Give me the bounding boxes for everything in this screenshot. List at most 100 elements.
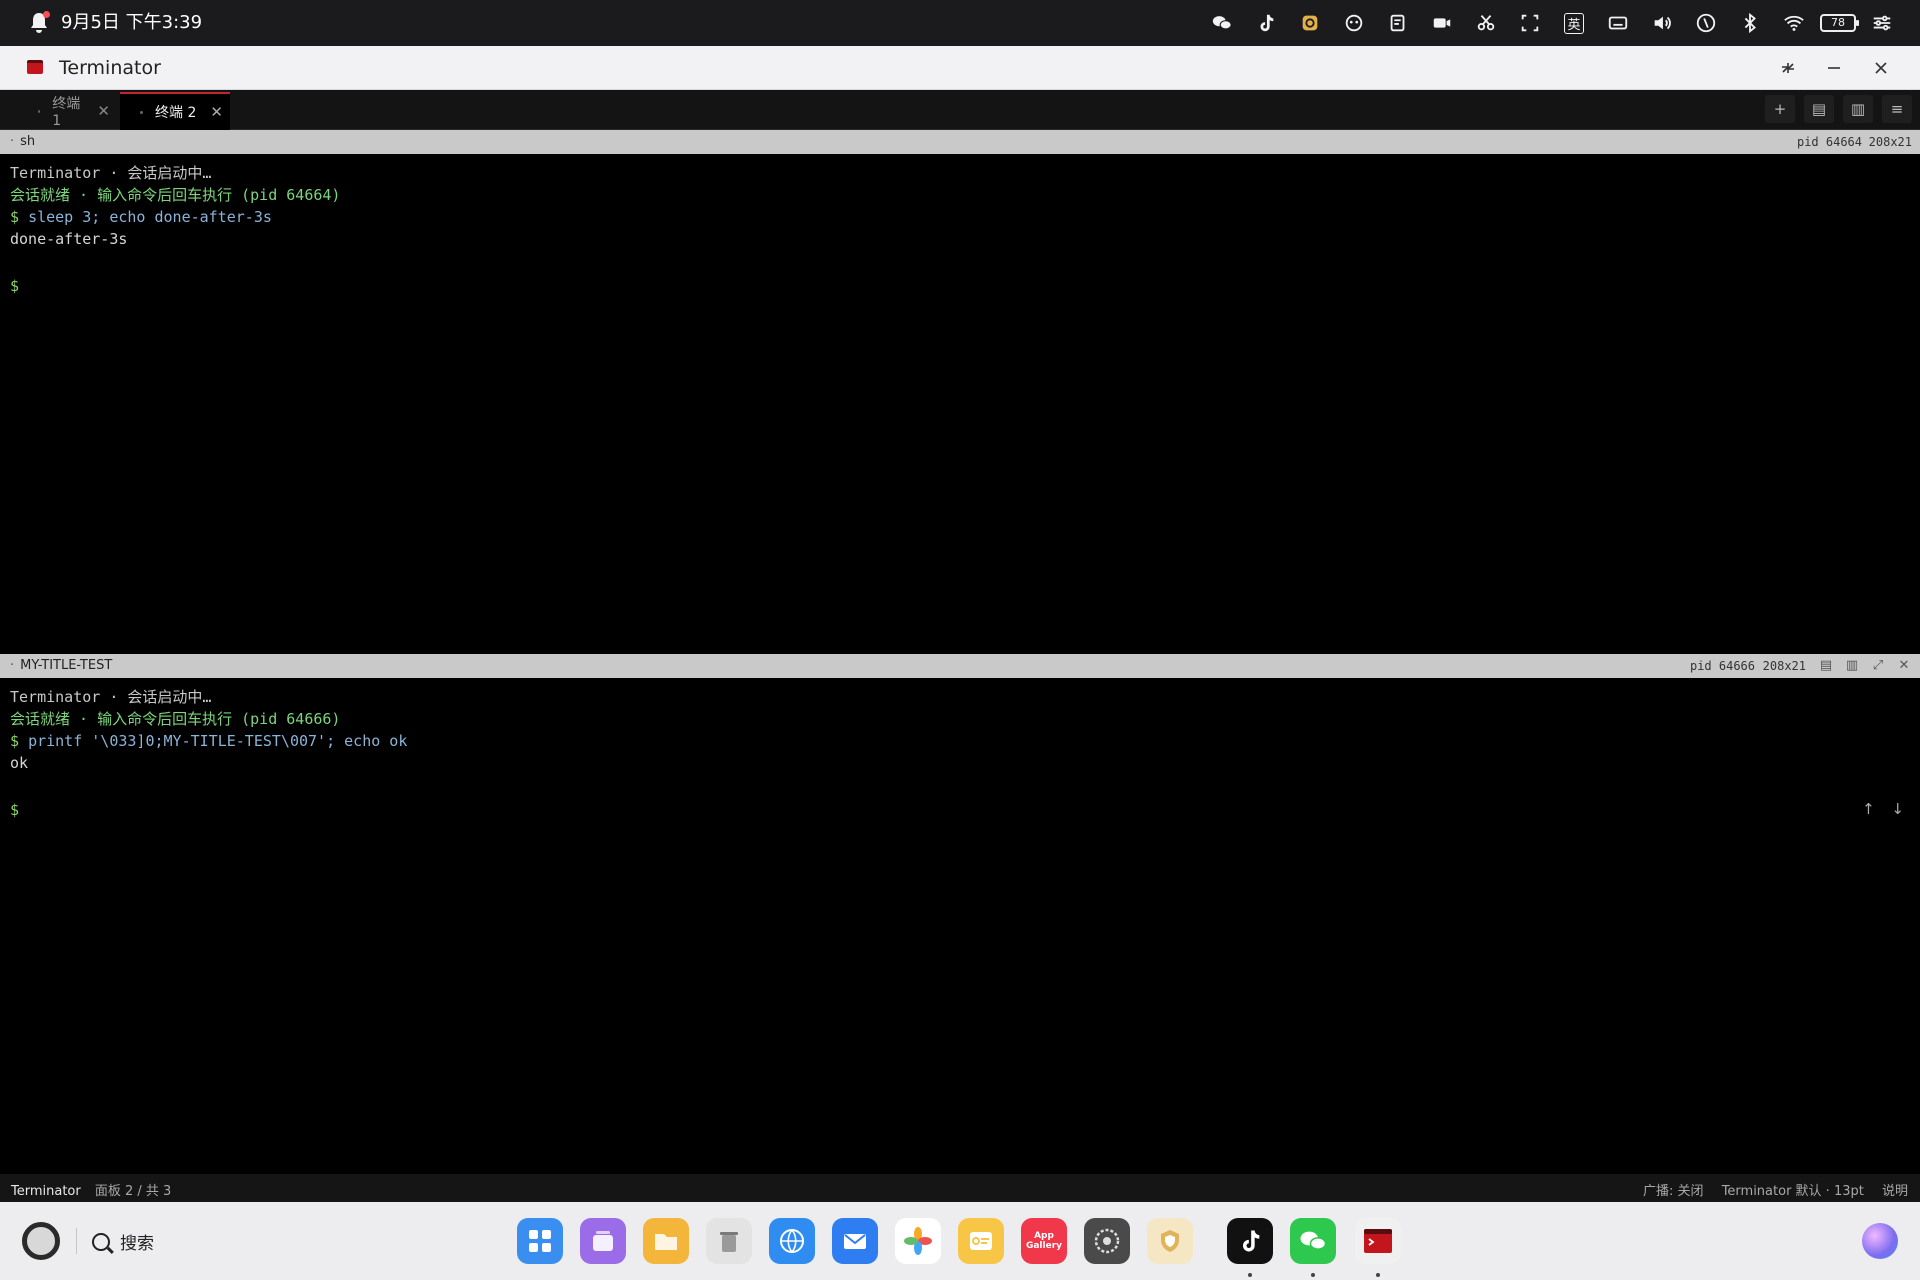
notification-dot: [43, 11, 50, 18]
command-text: sleep 3; echo done-after-3s: [28, 208, 272, 226]
system-tray: 英 78: [1200, 0, 1904, 46]
restore-icon: [1782, 63, 1794, 73]
terminal-prompt-line[interactable]: $: [10, 275, 19, 297]
input-method-indicator[interactable]: 英: [1552, 0, 1596, 46]
browser-app-icon[interactable]: [769, 1218, 815, 1264]
nfc-icon[interactable]: [1684, 0, 1728, 46]
window-title: Terminator: [59, 57, 161, 79]
notes-tray-icon[interactable]: [1376, 0, 1420, 46]
tiktok-tray-icon[interactable]: [1244, 0, 1288, 46]
battery-level: 78: [1820, 14, 1859, 32]
restore-window-button[interactable]: [1768, 46, 1808, 90]
prompt-symbol: $: [10, 277, 20, 295]
launcher-app-icon[interactable]: [517, 1218, 563, 1264]
running-indicator: [1311, 1273, 1315, 1277]
split-vertical-button[interactable]: ▥: [1843, 95, 1873, 123]
wechat-app-icon[interactable]: [1290, 1218, 1336, 1277]
terminal-command-line: $ sleep 3; echo done-after-3s: [10, 206, 272, 228]
pane-1-title: sh: [10, 134, 35, 149]
trash-app-icon[interactable]: [706, 1218, 752, 1264]
region-capture-icon[interactable]: [1508, 0, 1552, 46]
new-tab-button[interactable]: +: [1765, 95, 1795, 123]
wechat-tray-icon[interactable]: [1200, 0, 1244, 46]
photos-app-icon[interactable]: [895, 1218, 941, 1264]
pane-2-header[interactable]: MY-TITLE-TEST pid 64666 208x21 ▤ ▥ ⤢ ✕: [0, 654, 1920, 678]
pane-1-terminal[interactable]: Terminator · 会话启动中… 会话就绪 · 输入命令后回车执行 (pi…: [0, 154, 1920, 651]
status-broadcast[interactable]: 广播: 关闭: [1643, 1184, 1704, 1199]
pane-maximize-icon[interactable]: ⤢: [1868, 657, 1888, 675]
terminator-dock-icon[interactable]: [1355, 1218, 1401, 1277]
pane-2-terminal[interactable]: Terminator · 会话启动中… 会话就绪 · 输入命令后回车执行 (pi…: [0, 678, 1920, 1174]
prompt-symbol: $: [10, 801, 20, 819]
split-horizontal-button[interactable]: ▤: [1804, 95, 1834, 123]
status-pane-info: 面板 2 / 共 3: [94, 1184, 172, 1199]
tab-strip: 终端 1 ✕ 终端 2 ✕ + ▤ ▥ ≡: [0, 90, 1920, 130]
tab-label: 终端 1: [52, 96, 81, 129]
notification-bell-icon[interactable]: [28, 11, 50, 35]
tab-close-icon[interactable]: ✕: [210, 103, 223, 121]
screenshot-icon[interactable]: [1464, 0, 1508, 46]
close-icon: [1875, 62, 1887, 74]
scroll-controls: ↑ ↓: [1862, 800, 1904, 818]
start-button[interactable]: [22, 1222, 60, 1260]
app-gallery-label: App Gallery: [1025, 1231, 1063, 1251]
search-label: 搜索: [120, 1234, 154, 1254]
tiktok-app-icon[interactable]: [1227, 1218, 1273, 1277]
pane-1-header[interactable]: sh pid 64664 208x21: [0, 130, 1920, 154]
files-app-icon[interactable]: [643, 1218, 689, 1264]
tab-close-icon[interactable]: ✕: [97, 102, 110, 120]
running-indicator: [1248, 1273, 1252, 1277]
prompt-symbol: $: [10, 732, 20, 750]
close-window-button[interactable]: [1861, 46, 1901, 90]
command-text: printf '\033]0;MY-TITLE-TEST\007'; echo …: [28, 732, 408, 750]
pane-split-v-icon[interactable]: ▥: [1842, 657, 1862, 675]
menu-button[interactable]: ≡: [1882, 95, 1912, 123]
minimize-window-button[interactable]: [1814, 46, 1854, 90]
scroll-down-button[interactable]: ↓: [1891, 800, 1904, 818]
terminator-app-icon: [27, 60, 43, 74]
terminal-output-line: done-after-3s: [10, 230, 128, 248]
screen-record-icon[interactable]: [1420, 0, 1464, 46]
system-clock[interactable]: 9月5日 下午3:39: [61, 11, 202, 35]
app-gallery-icon[interactable]: App Gallery: [1021, 1218, 1067, 1264]
running-indicator: [1376, 1273, 1380, 1277]
keyboard-icon[interactable]: [1596, 0, 1640, 46]
ai-assistant-icon[interactable]: [1862, 1223, 1898, 1259]
notes-app-icon[interactable]: [958, 1218, 1004, 1264]
pane-split-h-icon[interactable]: ▤: [1816, 657, 1836, 675]
dock-search[interactable]: 搜索: [92, 1229, 154, 1254]
status-help[interactable]: 说明: [1882, 1184, 1908, 1199]
pane-2-pid: pid 64666: [1689, 659, 1755, 673]
terminal-line: Terminator · 会话启动中…: [10, 164, 212, 182]
status-profile[interactable]: Terminator 默认 · 13pt: [1722, 1184, 1864, 1199]
tab-toolbar: + ▤ ▥ ≡: [1756, 95, 1912, 123]
tab-terminal-2[interactable]: 终端 2 ✕: [120, 92, 230, 130]
multitask-app-icon[interactable]: [580, 1218, 626, 1264]
settings-app-icon[interactable]: [1084, 1218, 1130, 1264]
control-center-icon[interactable]: [1860, 0, 1904, 46]
status-app-name: Terminator: [11, 1184, 81, 1199]
terminal-prompt-line[interactable]: $: [10, 799, 19, 821]
bluetooth-icon[interactable]: [1728, 0, 1772, 46]
wifi-icon[interactable]: [1772, 0, 1816, 46]
status-bar: Terminator 面板 2 / 共 3 广播: 关闭 Terminator …: [0, 1174, 1920, 1202]
window-title-bar[interactable]: Terminator: [0, 46, 1920, 90]
assistant-tray-icon[interactable]: [1332, 0, 1376, 46]
dock-divider: [76, 1228, 77, 1254]
volume-icon[interactable]: [1640, 0, 1684, 46]
mail-app-icon[interactable]: [832, 1218, 878, 1264]
search-icon: [92, 1232, 110, 1251]
battery-indicator[interactable]: 78: [1816, 0, 1860, 46]
prompt-symbol: $: [10, 208, 20, 226]
scroll-up-button[interactable]: ↑: [1862, 800, 1875, 818]
pane-2-title: MY-TITLE-TEST: [10, 658, 112, 673]
security-tray-icon[interactable]: [1288, 0, 1332, 46]
pane-close-icon[interactable]: ✕: [1894, 657, 1914, 675]
tab-terminal-1[interactable]: 终端 1 ✕: [18, 92, 110, 130]
terminal-line: 会话就绪 · 输入命令后回车执行 (pid 64666): [10, 710, 341, 728]
pane-2-size: 208x21: [1762, 659, 1806, 673]
system-status-bar: 9月5日 下午3:39 英 78: [0, 0, 1920, 46]
terminal-line: 会话就绪 · 输入命令后回车执行 (pid 64664): [10, 186, 341, 204]
security-app-icon[interactable]: [1147, 1218, 1193, 1264]
terminal-command-line: $ printf '\033]0;MY-TITLE-TEST\007'; ech…: [10, 730, 407, 752]
